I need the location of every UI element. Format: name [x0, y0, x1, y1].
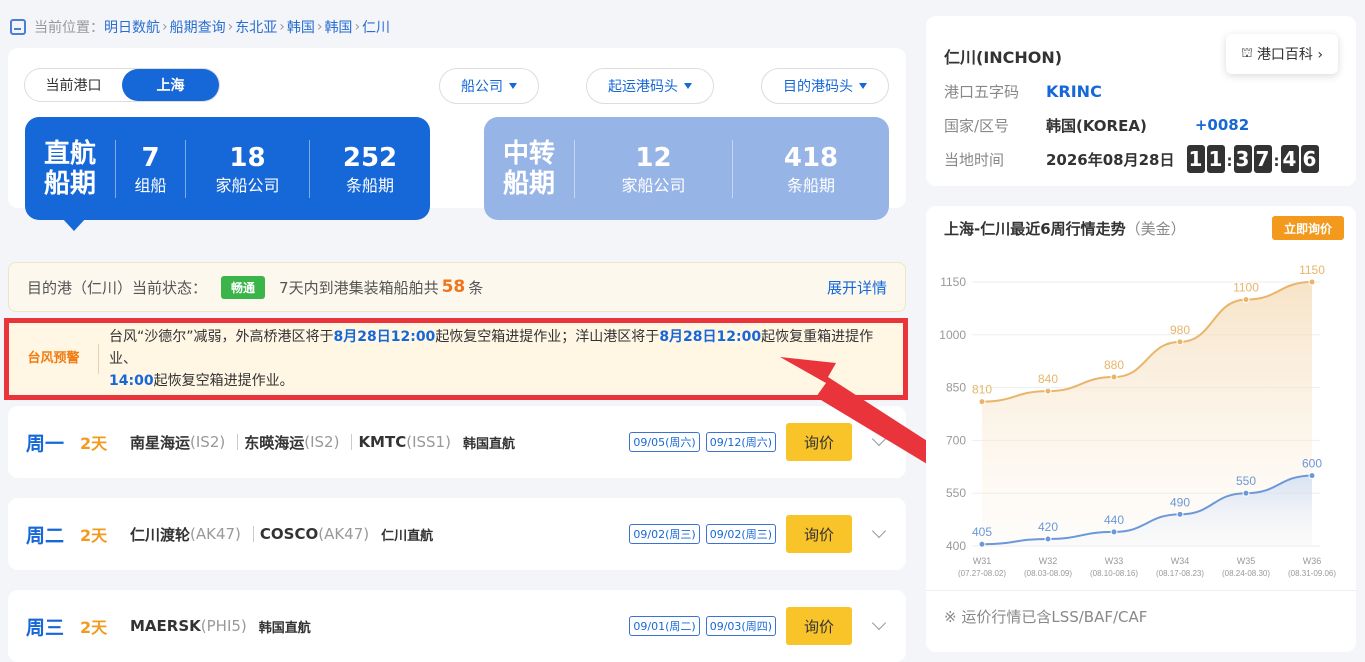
x-tick-label: W33: [1105, 556, 1124, 566]
location-icon: [10, 19, 26, 35]
x-tick-label: W31: [973, 556, 992, 566]
x-tick-sublabel: (08.17-08.23): [1156, 569, 1204, 578]
clock-digit: 6: [1300, 145, 1319, 173]
direct-stats[interactable]: 直航 船期 7 组船 18 家船公司 252 条船期: [25, 117, 430, 220]
schedule-row: 周二 2天 仁川渡轮 (AK47) COSCO (AK47) 仁川直航 09/02(周三)…: [8, 498, 906, 570]
port-toggle[interactable]: 当前港口 上海: [24, 68, 220, 102]
y-tick-label: 700: [946, 433, 966, 447]
eta-date: 09/12(周六): [705, 432, 776, 452]
data-point: [1176, 510, 1184, 518]
expand-details-link[interactable]: 展开详情: [827, 277, 887, 298]
crumb-5[interactable]: 韩国: [324, 17, 352, 37]
toggle-current-port[interactable]: 当前港口: [25, 69, 122, 101]
caret-down-icon: [684, 83, 692, 89]
data-label: 880: [1104, 358, 1124, 372]
clock-digit: 7: [1253, 145, 1272, 173]
etd-date: 09/01(周二): [629, 616, 700, 636]
caret-down-icon: [509, 83, 517, 89]
chart-note: ※ 运价行情已含LSS/BAF/CAF: [944, 608, 1148, 626]
x-tick-label: W36: [1303, 556, 1322, 566]
origin-terminal-filter[interactable]: 起运港码头: [586, 68, 714, 104]
data-label: 1150: [1299, 263, 1325, 277]
data-point: [1110, 528, 1118, 536]
data-point: [1242, 296, 1250, 304]
local-clock: 11:37:46: [1186, 145, 1321, 173]
data-label: 550: [1236, 474, 1256, 488]
eta-date: 09/03(周四): [705, 616, 776, 636]
data-label: 405: [972, 525, 992, 539]
y-tick-label: 400: [946, 539, 966, 553]
x-tick-sublabel: (08.10-08.16): [1090, 569, 1138, 578]
y-tick-label: 1000: [939, 328, 966, 342]
y-tick-label: 550: [946, 486, 966, 500]
data-label: 440: [1104, 513, 1124, 527]
port-status-bar: 目的港（仁川）当前状态： 畅通 7天内到港集装箱船舶共 58 条 展开详情: [8, 262, 906, 312]
crumb-3[interactable]: 东北亚: [235, 17, 277, 37]
x-tick-label: W35: [1237, 556, 1256, 566]
y-tick-label: 850: [946, 381, 966, 395]
quote-button[interactable]: 询价: [786, 607, 852, 645]
data-point: [1176, 338, 1184, 346]
x-tick-label: W32: [1039, 556, 1058, 566]
data-point: [1308, 278, 1316, 286]
y-tick-label: 1150: [940, 275, 966, 289]
x-tick-label: W34: [1171, 556, 1190, 566]
chevron-down-icon[interactable]: [871, 523, 887, 539]
eta-date: 09/02(周三): [705, 524, 776, 544]
port-wiki-button[interactable]: ⛫ 港口百科 ›: [1226, 34, 1338, 74]
x-tick-sublabel: (08.31-09.06): [1288, 569, 1336, 578]
status-badge: 畅通: [221, 275, 266, 299]
warning-tag: 台风预警: [9, 344, 99, 374]
clock-digit: 1: [1206, 145, 1225, 173]
port-code: KRINC: [1046, 81, 1102, 101]
chevron-down-icon[interactable]: [871, 615, 887, 631]
clock-digit: 3: [1233, 145, 1252, 173]
data-label: 840: [1038, 372, 1058, 386]
clock-colon: :: [1226, 152, 1233, 170]
data-label: 810: [972, 383, 992, 397]
crumb-2[interactable]: 船期查询: [170, 17, 226, 37]
crumb-1[interactable]: 明日数航: [104, 17, 160, 37]
data-label: 490: [1170, 495, 1190, 509]
data-point: [978, 540, 986, 548]
data-point: [1044, 387, 1052, 395]
clock-colon: :: [1273, 152, 1280, 170]
schedule-row: 周三 2天 MAERSK (PHI5) 韩国直航 09/01(周二) 09/03(周四)…: [8, 590, 906, 662]
crumb-6[interactable]: 仁川: [362, 17, 390, 37]
x-tick-sublabel: (08.03-08.09): [1024, 569, 1072, 578]
carrier-filter[interactable]: 船公司: [439, 68, 539, 104]
building-icon: ⛫: [1240, 45, 1253, 61]
data-point: [1110, 373, 1118, 381]
transfer-stats[interactable]: 中转 船期 12 家船公司 418 条船期: [484, 117, 889, 220]
data-label: 980: [1170, 323, 1190, 337]
data-label: 600: [1302, 457, 1322, 471]
etd-date: 09/05(周六): [629, 432, 700, 452]
data-point: [1308, 472, 1316, 480]
caret-down-icon: [859, 83, 867, 89]
dest-terminal-filter[interactable]: 目的港码头: [761, 68, 889, 104]
data-label: 1100: [1233, 281, 1259, 295]
trend-chart: 400 550 700 850 1000 1150 W31 (07.27-08.02) W32 (…: [939, 263, 1336, 578]
chart-title: 上海-仁川最近6周行情走势（美金）: [944, 220, 1186, 238]
data-point: [1242, 489, 1250, 497]
etd-date: 09/02(周三): [629, 524, 700, 544]
crumb-4[interactable]: 韩国: [287, 17, 315, 37]
active-caret: [62, 218, 86, 231]
clock-digit: 4: [1280, 145, 1299, 173]
dial-code: +0082: [1194, 116, 1250, 134]
x-tick-sublabel: (07.27-08.02): [958, 569, 1006, 578]
quote-button[interactable]: 询价: [786, 515, 852, 553]
clock-digit: 1: [1186, 145, 1205, 173]
data-point: [978, 398, 986, 406]
breadcrumb: 当前位置： 明日数航 › 船期查询 › 东北亚 › 韩国 › 韩国 › 仁川: [10, 16, 390, 38]
x-tick-sublabel: (08.24-08.30): [1222, 569, 1270, 578]
inquire-now-button[interactable]: 立即询价: [1272, 216, 1344, 240]
data-point: [1044, 535, 1052, 543]
data-label: 420: [1038, 520, 1058, 534]
toggle-shanghai[interactable]: 上海: [122, 69, 219, 101]
